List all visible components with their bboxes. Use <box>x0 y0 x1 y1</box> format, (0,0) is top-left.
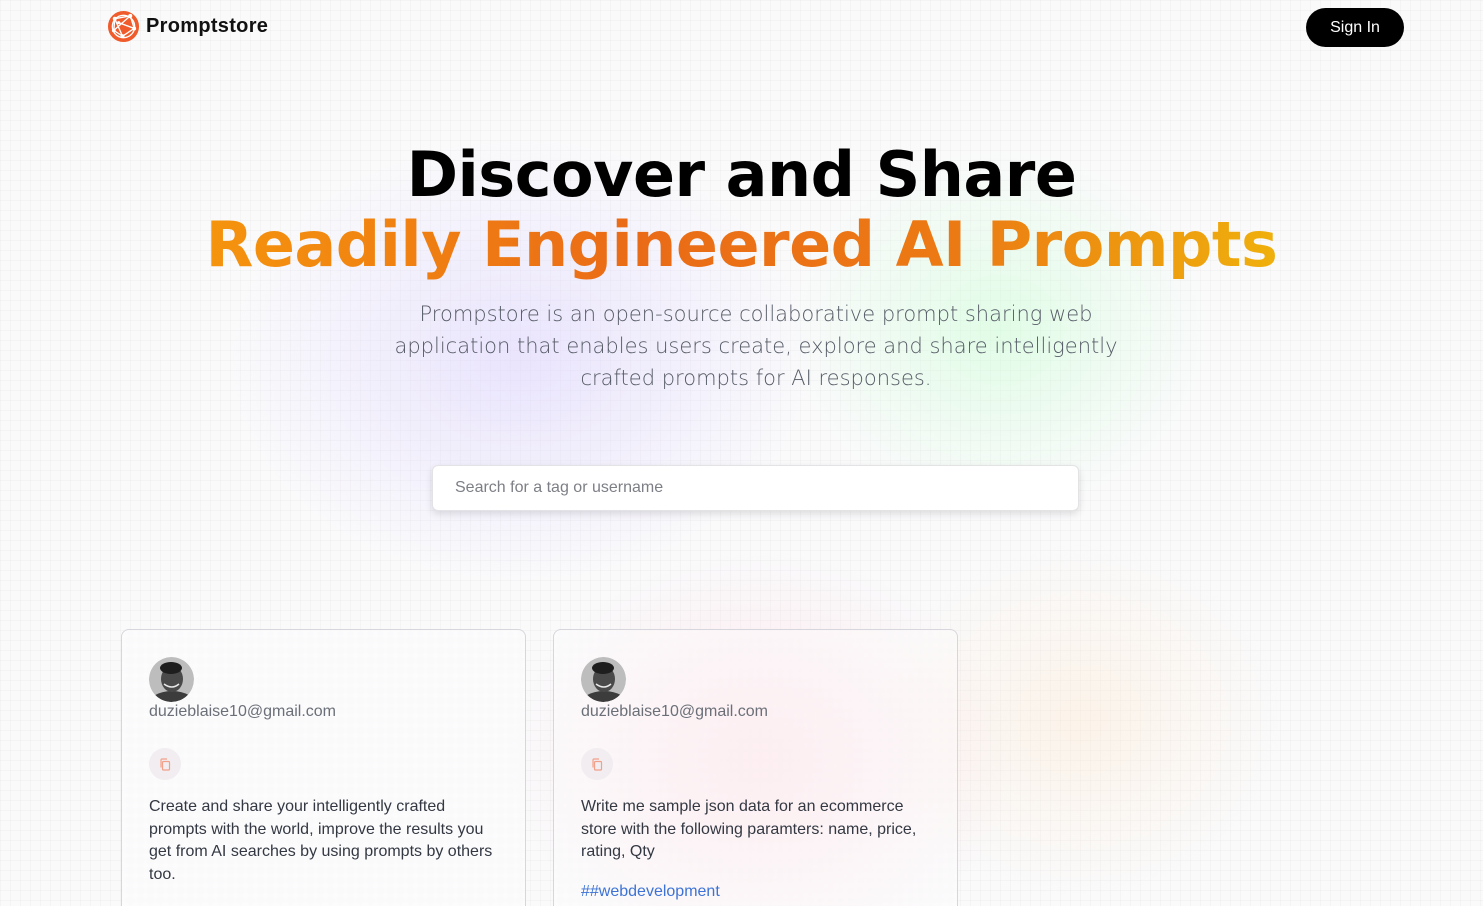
sign-in-button[interactable]: Sign In <box>1306 8 1404 47</box>
avatar[interactable] <box>581 657 626 702</box>
user-email[interactable]: duzieblaise10@gmail.com <box>581 703 768 721</box>
hero-description: Prompstore is an open-source collaborati… <box>394 302 1118 390</box>
copy-icon <box>160 757 171 771</box>
prompt-text: Create and share your intelligently craf… <box>149 798 493 883</box>
search-input[interactable] <box>432 465 1079 511</box>
copy-icon <box>592 757 603 771</box>
hero-title: Discover and Share Readily Engineered AI… <box>0 140 1483 280</box>
copy-button[interactable] <box>149 748 181 780</box>
prompt-tag-link[interactable]: ##webdevelopment <box>581 883 720 901</box>
copy-button[interactable] <box>581 748 613 780</box>
prompt-card: duzieblaise10@gmail.com Write me sample … <box>553 629 958 906</box>
navbar: Promptstore Sign In <box>0 0 1483 56</box>
prompt-card: duzieblaise10@gmail.com Create and share… <box>121 629 526 906</box>
brand-name: Promptstore <box>146 15 269 37</box>
avatar[interactable] <box>149 657 194 702</box>
brand-link[interactable]: Promptstore <box>107 10 268 43</box>
hero-title-highlight: Readily Engineered AI Prompts <box>205 208 1278 281</box>
globe-network-icon <box>107 10 140 43</box>
prompt-text: Write me sample json data for an ecommer… <box>581 798 917 860</box>
user-email[interactable]: duzieblaise10@gmail.com <box>149 703 336 721</box>
hero-title-line1: Discover and Share <box>406 138 1077 211</box>
